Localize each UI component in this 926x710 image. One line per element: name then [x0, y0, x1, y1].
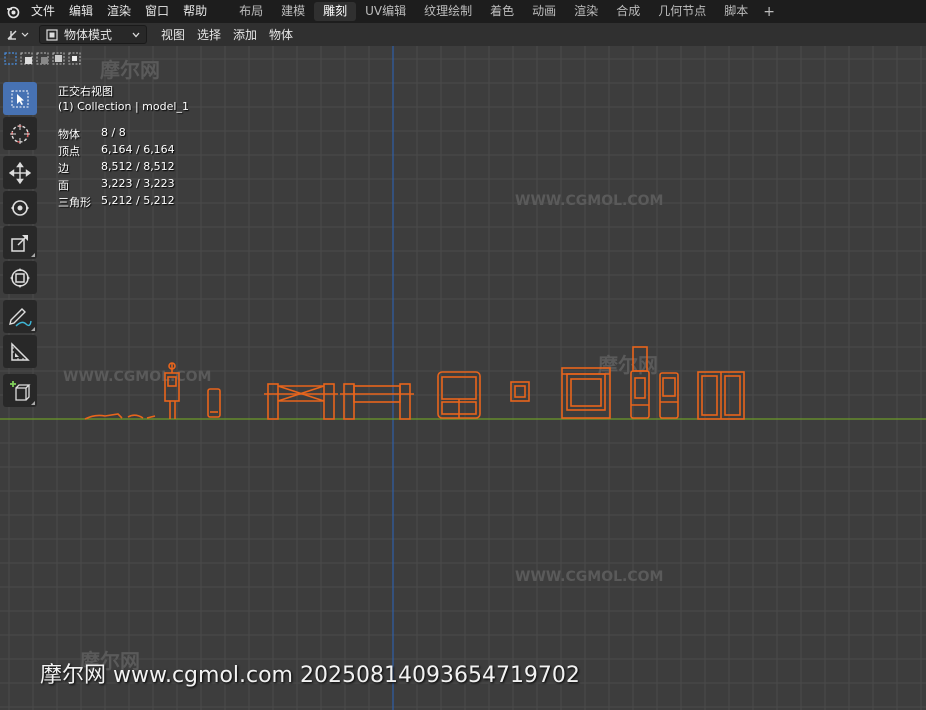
move-icon: [9, 161, 31, 184]
select-new-icon[interactable]: [4, 52, 17, 65]
rotate-tool[interactable]: [3, 191, 37, 224]
top-menubar: 文件 编辑 渲染 窗口 帮助 布局 建模 雕刻 UV编辑 纹理绘制 着色 动画 …: [0, 0, 926, 23]
watermark-text: WWW.CGMOL.COM: [515, 569, 663, 585]
editor-type-button[interactable]: [5, 26, 33, 44]
watermark-text: WWW.CGMOL.COM: [515, 193, 663, 209]
stat-row-vertices: 顶点 6,164 / 6,164: [58, 143, 189, 160]
tab-compositing[interactable]: 合成: [607, 2, 649, 21]
footer-watermark: 摩尔网 www.cgmol.com 20250814093654719702: [40, 663, 580, 688]
annotate-tool[interactable]: [3, 300, 37, 333]
transform-tool[interactable]: [3, 261, 37, 294]
menu-file[interactable]: 文件: [24, 0, 62, 23]
select-box-icon: [11, 90, 29, 107]
menu-window[interactable]: 窗口: [138, 0, 176, 23]
stat-row-faces: 面 3,223 / 3,223: [58, 177, 189, 194]
tab-modeling[interactable]: 建模: [272, 2, 314, 21]
selection-mode-group: [4, 52, 81, 65]
tab-geometry-nodes[interactable]: 几何节点: [649, 2, 715, 21]
scene-statistics: 物体 8 / 8 顶点 6,164 / 6,164 边 8,512 / 8,512 面…: [58, 126, 189, 211]
tab-uv-editing[interactable]: UV编辑: [356, 2, 415, 21]
object-barrier-2[interactable]: [340, 383, 414, 420]
stat-row-objects: 物体 8 / 8: [58, 126, 189, 143]
watermark-text: WWW.CGMOL.COM: [63, 369, 211, 385]
mode-select-label: 物体模式: [64, 28, 113, 42]
select-extend-icon[interactable]: [20, 52, 33, 65]
object-small-box[interactable]: [510, 381, 530, 402]
menu-render[interactable]: 渲染: [100, 0, 138, 23]
select-invert-icon[interactable]: [52, 52, 65, 65]
measure-tool[interactable]: [3, 335, 37, 368]
stat-value: 8 / 8: [101, 126, 126, 139]
tab-shading[interactable]: 着色: [481, 2, 523, 21]
collection-label: (1) Collection | model_1: [58, 100, 189, 113]
stat-label: 顶点: [58, 145, 80, 158]
blender-logo-icon[interactable]: [2, 0, 24, 23]
rotate-icon: [11, 199, 29, 216]
move-tool[interactable]: [3, 156, 37, 189]
stat-row-edges: 边 8,512 / 8,512: [58, 160, 189, 177]
object-mode-icon: [46, 28, 58, 41]
tab-layout[interactable]: 布局: [230, 2, 272, 21]
menu-select[interactable]: 选择: [191, 26, 227, 43]
mode-select[interactable]: 物体模式: [39, 25, 147, 44]
object-barrier-1[interactable]: [264, 383, 338, 420]
tool-submenu-indicator: [31, 253, 35, 257]
chevron-down-icon: [132, 32, 140, 37]
transform-icon: [10, 267, 30, 288]
tab-sculpting[interactable]: 雕刻: [314, 2, 357, 21]
axis-gizmo-icon: [7, 30, 29, 40]
select-subtract-icon[interactable]: [36, 52, 49, 65]
tab-texture-paint[interactable]: 纹理绘制: [415, 2, 481, 21]
select-intersect-icon[interactable]: [68, 52, 81, 65]
menu-view[interactable]: 视图: [155, 26, 191, 43]
workspace-tabs: 布局 建模 雕刻 UV编辑 纹理绘制 着色 动画 渲染 合成 几何节点 脚本 +: [230, 0, 781, 23]
object-bollard[interactable]: [207, 388, 221, 418]
view-name: 正交右视图: [58, 85, 113, 98]
add-cube-tool[interactable]: [3, 374, 37, 407]
cursor-icon: [10, 123, 30, 144]
stat-row-triangles: 三角形 5,212 / 5,212: [58, 194, 189, 211]
stat-value: 5,212 / 5,212: [101, 194, 175, 207]
measure-icon: [11, 341, 30, 361]
menu-add[interactable]: 添加: [227, 26, 263, 43]
scale-icon: [11, 234, 28, 252]
viewport-info-overlay: 正交右视图 (1) Collection | model_1 物体 8 / 8 顶…: [58, 83, 189, 211]
stat-value: 3,223 / 3,223: [101, 177, 175, 190]
tool-submenu-indicator: [31, 401, 35, 405]
annotate-icon: [9, 307, 32, 327]
menu-object[interactable]: 物体: [263, 26, 299, 43]
stat-value: 8,512 / 8,512: [101, 160, 175, 173]
tab-animation[interactable]: 动画: [523, 2, 565, 21]
object-debris[interactable]: [84, 413, 156, 420]
watermark-logo-text: 摩尔网: [100, 58, 160, 82]
stat-label: 三角形: [58, 196, 91, 209]
select-box-tool[interactable]: [3, 82, 37, 115]
tool-shelf: [3, 82, 39, 409]
stat-value: 6,164 / 6,164: [101, 143, 175, 156]
tab-scripting[interactable]: 脚本: [715, 2, 757, 21]
tool-submenu-indicator: [31, 327, 35, 331]
viewport-header: 物体模式 视图 选择 添加 物体: [0, 23, 926, 46]
tab-rendering[interactable]: 渲染: [565, 2, 607, 21]
stat-label: 边: [58, 162, 69, 175]
add-workspace-button[interactable]: +: [757, 4, 781, 20]
menu-help[interactable]: 帮助: [176, 0, 214, 23]
stat-label: 物体: [58, 128, 80, 141]
menu-edit[interactable]: 编辑: [62, 0, 100, 23]
stat-label: 面: [58, 179, 69, 192]
cursor-tool[interactable]: [3, 117, 37, 150]
add-cube-icon: [10, 380, 31, 401]
scale-tool[interactable]: [3, 226, 37, 259]
object-lantern-short[interactable]: [659, 372, 679, 419]
